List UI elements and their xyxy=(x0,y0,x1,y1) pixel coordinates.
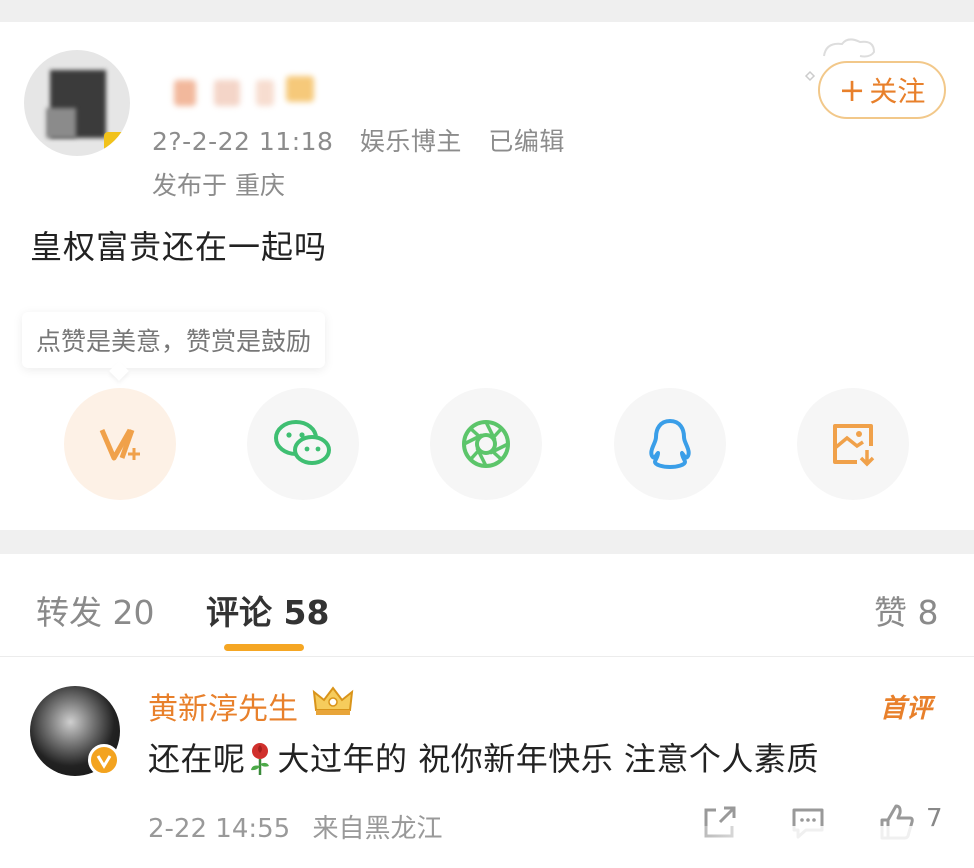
qq-icon xyxy=(649,419,691,469)
crown-badge-icon[interactable] xyxy=(312,684,354,718)
save-image-icon xyxy=(833,424,875,467)
follow-label: 关注 xyxy=(869,75,926,108)
reward-button[interactable] xyxy=(64,388,176,500)
commenter-name[interactable]: 黄新淳先生 xyxy=(148,684,298,728)
edited-label[interactable]: 已编辑 xyxy=(488,127,565,156)
comment-text: 还在呢 大过年的 祝你新年快乐 注意个人素质 xyxy=(148,734,819,780)
section-gap xyxy=(0,530,974,554)
post-text: 皇权富贵还在一起吗 xyxy=(30,228,328,266)
interaction-panel: 转发 20 评论 58 赞 8 黄新淳先生 首评 还在呢 大过年的 祝你新年快乐… xyxy=(0,554,974,868)
tabs-divider xyxy=(0,656,974,657)
share-qq-button[interactable] xyxy=(614,388,726,500)
tab-likes[interactable]: 赞 8 xyxy=(874,586,939,634)
author-category: 娱乐博主 xyxy=(359,127,462,156)
follow-button[interactable]: + 关注 xyxy=(818,61,946,119)
post-card: 2?-2-22 11:18 娱乐博主 已编辑 发布于 重庆 + 关注 皇权富贵还… xyxy=(0,22,974,530)
share-moments-button[interactable] xyxy=(430,388,542,500)
comment-source: 来自黑龙江 xyxy=(312,814,443,844)
watermark-overlay xyxy=(668,826,974,868)
save-image-button[interactable] xyxy=(797,388,909,500)
wechat-icon xyxy=(274,420,331,465)
reward-v-plus-icon xyxy=(99,428,140,461)
rose-emoji-icon xyxy=(250,743,269,775)
comment-meta: 2-22 14:55 来自黑龙江 xyxy=(148,808,456,845)
plus-icon: + xyxy=(838,71,866,109)
comment-text-part: 大过年的 祝你新年快乐 注意个人素质 xyxy=(277,740,819,778)
first-comment-badge: 首评 xyxy=(880,694,933,724)
reward-tip: 点赞是美意，赞赏是鼓励 xyxy=(22,312,326,368)
verified-badge-icon xyxy=(88,744,120,776)
post-time: 2?-2-22 11:18 xyxy=(152,127,334,156)
post-location: 发布于 重庆 xyxy=(152,171,285,200)
tab-comments[interactable]: 评论 58 xyxy=(206,586,329,634)
share-wechat-button[interactable] xyxy=(247,388,359,500)
top-separator xyxy=(0,0,974,22)
active-tab-indicator xyxy=(224,644,304,651)
verified-badge-icon xyxy=(104,132,130,156)
author-avatar[interactable] xyxy=(24,50,130,156)
tab-repost[interactable]: 转发 20 xyxy=(36,586,154,634)
comment-text-part: 还在呢 xyxy=(148,740,246,778)
post-meta: 2?-2-22 11:18 娱乐博主 已编辑 xyxy=(152,122,583,158)
avatar-blur-block xyxy=(46,108,76,138)
moments-icon xyxy=(462,420,510,468)
comment-time: 2-22 14:55 xyxy=(148,814,291,844)
author-name-blurred[interactable] xyxy=(174,70,334,112)
reward-tip-text: 点赞是美意，赞赏是鼓励 xyxy=(36,327,312,356)
